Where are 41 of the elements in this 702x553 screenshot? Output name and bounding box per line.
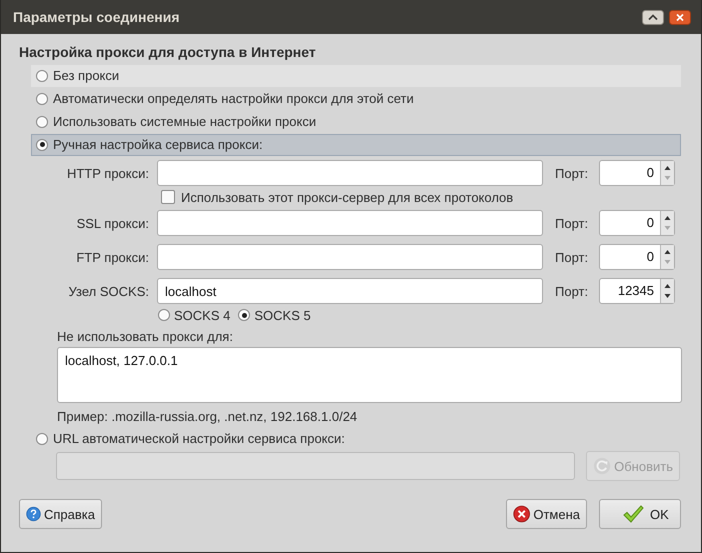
cancel-button[interactable]: Отмена	[506, 499, 587, 529]
port-spinbox[interactable]: 0	[599, 160, 675, 186]
field-label: Узел SOCKS:	[68, 284, 150, 298]
field-label: FTP прокси:	[75, 250, 150, 264]
radio-button[interactable]	[36, 138, 48, 150]
close-button[interactable]	[669, 10, 691, 24]
radio-button[interactable]	[36, 70, 48, 82]
radio-option[interactable]: SOCKS 5	[238, 308, 311, 322]
radio-option[interactable]: Автоматически определять настройки прокси для этой сети	[31, 88, 681, 110]
host-field[interactable]: localhost	[157, 278, 543, 304]
exceptions-field[interactable]: localhost, 127.0.0.1	[57, 347, 682, 403]
radio-option[interactable]: Ручная настройка сервиса прокси:	[31, 134, 681, 156]
host-field[interactable]	[157, 160, 543, 186]
refresh-icon	[593, 456, 612, 476]
cancel-icon	[513, 503, 530, 525]
port-label: Порт:	[554, 216, 590, 230]
checkbox[interactable]	[161, 190, 175, 204]
checkmark-icon	[622, 504, 644, 524]
port-spinbox[interactable]: 12345	[599, 278, 675, 304]
maximize-button[interactable]	[642, 10, 664, 24]
radio-option[interactable]: Без прокси	[31, 64, 681, 86]
port-spinbox[interactable]: 0	[599, 244, 675, 270]
field-label: Не использовать прокси для:	[57, 329, 234, 346]
window-title: Параметры соединения	[13, 9, 180, 25]
port-label: Порт:	[554, 250, 590, 264]
host-field[interactable]	[157, 210, 543, 236]
port-label: Порт:	[554, 284, 590, 298]
radio-button[interactable]	[36, 116, 48, 128]
field-label: SSL прокси:	[76, 216, 150, 230]
field-label: HTTP прокси:	[66, 166, 150, 180]
ok-button[interactable]: OK	[599, 499, 681, 529]
host-field[interactable]	[157, 244, 543, 270]
checkbox-label: Использовать этот прокси-сервер для всех протоколов	[181, 190, 514, 204]
section-heading: Настройка прокси для доступа в Интернет	[19, 44, 317, 60]
help-button[interactable]: Справка	[19, 499, 102, 529]
radio-button[interactable]	[36, 92, 48, 104]
radio-option[interactable]: Использовать системные настройки прокси	[31, 110, 681, 132]
radio-option[interactable]: SOCKS 4	[158, 308, 230, 322]
port-spinbox[interactable]: 0	[599, 210, 675, 236]
port-label: Порт:	[554, 166, 590, 180]
hint-text: Пример: .mozilla-russia.org, .net.nz, 192.168.1.0/24	[57, 409, 358, 426]
